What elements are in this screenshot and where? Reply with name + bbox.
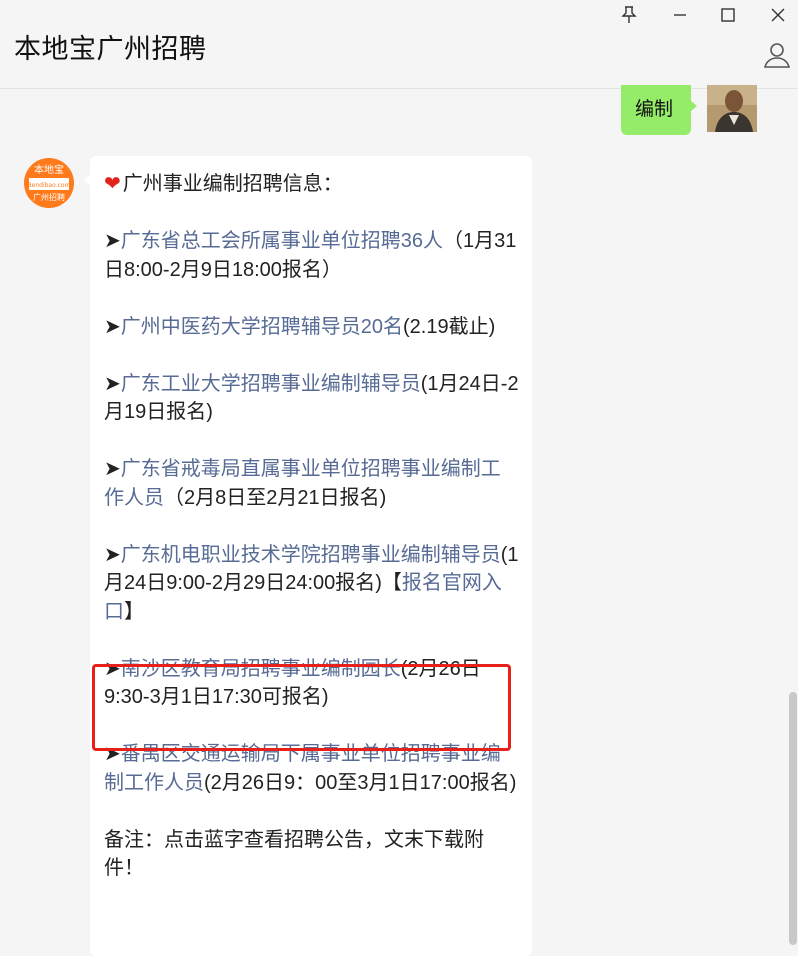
- list-item: ➤广东机电职业技术学院招聘事业编制辅导员(1月24日9:00-2月29日24:0…: [104, 543, 519, 623]
- heart-icon: ❤: [104, 173, 121, 195]
- minimize-icon[interactable]: [666, 4, 694, 26]
- svg-text:本地宝: 本地宝: [34, 163, 64, 176]
- job-link[interactable]: 广州中医药大学招聘辅导员20名: [121, 316, 403, 338]
- title-bar: 本地宝广州招聘: [0, 0, 798, 89]
- close-icon[interactable]: [764, 4, 792, 26]
- sent-bubble-tail: [690, 100, 697, 112]
- person-icon[interactable]: [762, 40, 792, 70]
- job-link[interactable]: 广东工业大学招聘事业编制辅导员: [121, 373, 421, 395]
- sent-message-text: 编制: [635, 99, 674, 120]
- svg-text:广州招聘: 广州招聘: [33, 192, 65, 202]
- pin-icon[interactable]: [615, 4, 643, 26]
- job-link[interactable]: 广东省总工会所属事业单位招聘36人: [121, 230, 443, 252]
- job-link[interactable]: 广东机电职业技术学院招聘事业编制辅导员: [121, 544, 501, 566]
- scrollbar-thumb[interactable]: [789, 692, 797, 945]
- list-item: ➤广东省戒毒局直属事业单位招聘事业编制工作人员（2月8日至2月21日报名): [104, 458, 501, 509]
- sent-message-bubble[interactable]: 编制: [621, 85, 691, 135]
- received-message-text: ❤ 广州事业编制招聘信息： ➤广东省总工会所属事业单位招聘36人（1月31日8:0…: [104, 170, 520, 911]
- list-item: ➤广东工业大学招聘事业编制辅导员(1月24日-2月19日报名): [104, 372, 519, 424]
- highlight-box: [92, 664, 511, 751]
- list-item: ➤广州中医药大学招聘辅导员20名(2.19截止): [104, 315, 496, 338]
- list-item: ➤广东省总工会所属事业单位招聘36人（1月31日8:00-2月9日18:00报名…: [104, 230, 517, 281]
- maximize-icon[interactable]: [714, 4, 742, 26]
- svg-text:Bendibao.com: Bendibao.com: [28, 182, 71, 189]
- user-avatar[interactable]: [707, 85, 757, 132]
- chat-title: 本地宝广州招聘: [14, 34, 207, 64]
- official-account-avatar[interactable]: 本地宝 Bendibao.com 广州招聘: [24, 158, 74, 208]
- message-header: ❤ 广州事业编制招聘信息：: [104, 173, 343, 195]
- message-footer: 备注：点击蓝字查看招聘公告，文末下载附件！: [104, 828, 484, 880]
